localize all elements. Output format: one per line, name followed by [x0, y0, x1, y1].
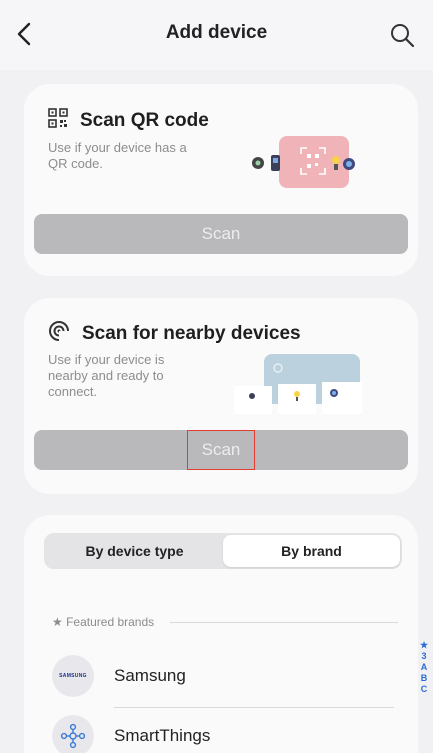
- index-b[interactable]: B: [421, 673, 428, 684]
- scan-qr-title-row: Scan QR code: [48, 108, 209, 133]
- featured-brands-header: ★ Featured brands: [52, 615, 398, 629]
- scan-nearby-button-label: Scan: [186, 430, 256, 470]
- scan-qr-button-label: Scan: [201, 224, 241, 243]
- scan-qr-button[interactable]: Scan: [34, 214, 408, 254]
- alphabet-index-bar[interactable]: ★ 3 A B C: [417, 640, 431, 695]
- index-c[interactable]: C: [421, 684, 428, 695]
- index-featured[interactable]: ★: [420, 640, 428, 651]
- nearby-illustration: [234, 348, 384, 414]
- radar-icon: [48, 320, 70, 347]
- brand-item-samsung[interactable]: SAMSUNG Samsung: [52, 655, 186, 697]
- device-filter-segmented-control: By device type By brand: [44, 533, 402, 569]
- index-a[interactable]: A: [421, 662, 428, 673]
- qr-illustration: [249, 134, 359, 196]
- qr-code-icon: [48, 108, 68, 133]
- scan-nearby-card: Scan for nearby devices Use if your devi…: [24, 298, 418, 494]
- scan-nearby-title-row: Scan for nearby devices: [48, 320, 301, 347]
- index-3[interactable]: 3: [421, 651, 426, 662]
- brand-divider: [114, 707, 394, 708]
- tab-by-device-type[interactable]: By device type: [46, 535, 223, 567]
- scan-nearby-description: Use if your device is nearby and ready t…: [48, 352, 165, 399]
- tab-by-brand[interactable]: By brand: [223, 535, 400, 567]
- scan-nearby-button[interactable]: Scan: [34, 430, 408, 470]
- top-bar: Add device: [0, 0, 433, 70]
- featured-divider: [170, 621, 398, 623]
- brand-name-smartthings: SmartThings: [114, 726, 211, 745]
- brand-section-card: By device type By brand ★ Featured brand…: [24, 515, 418, 753]
- scan-nearby-title: Scan for nearby devices: [82, 322, 301, 344]
- search-icon[interactable]: [385, 18, 419, 52]
- scan-qr-description: Use if your device has a QR code.: [48, 140, 187, 171]
- smartthings-logo-icon: [52, 715, 94, 753]
- brand-item-smartthings[interactable]: SmartThings: [52, 715, 210, 753]
- scan-qr-title: Scan QR code: [80, 109, 209, 131]
- brand-name-samsung: Samsung: [114, 666, 186, 685]
- featured-brands-label: ★ Featured brands: [52, 615, 155, 629]
- scan-qr-card: Scan QR code Use if your device has a QR…: [24, 84, 418, 276]
- samsung-logo: SAMSUNG: [52, 655, 94, 697]
- page-title: Add device: [165, 22, 268, 43]
